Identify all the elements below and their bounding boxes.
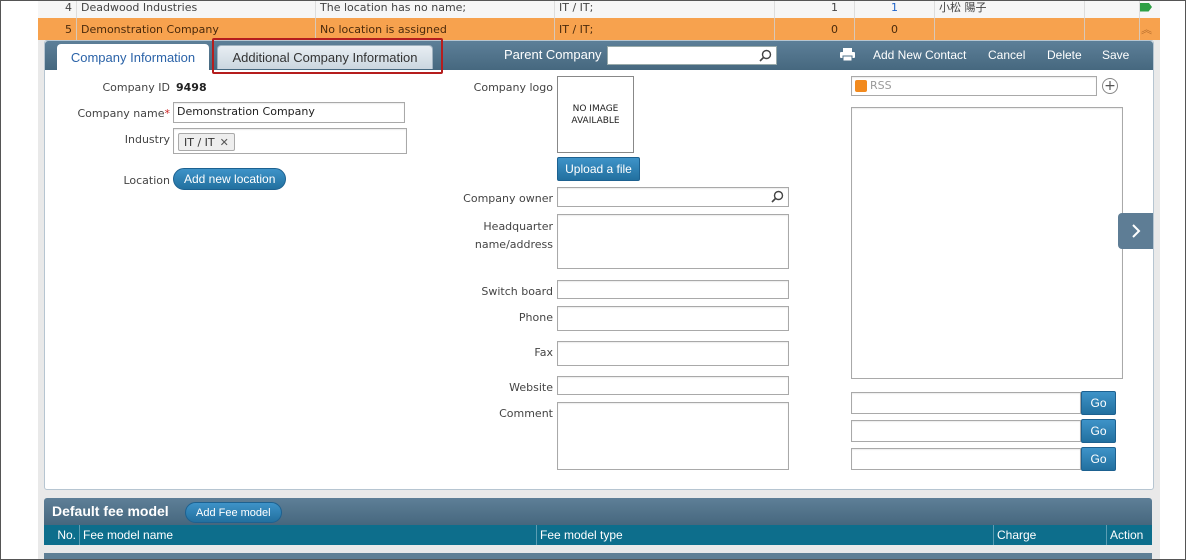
industry-multiselect[interactable]: IT / IT ✕ (173, 128, 407, 154)
go-button-2[interactable]: Go (1081, 419, 1116, 443)
industry-cell: IT / IT; (555, 18, 775, 40)
delete-button[interactable]: Delete (1047, 48, 1082, 62)
location-cell: The location has no name; (316, 0, 555, 18)
parent-company-label: Parent Company (504, 47, 602, 62)
company-detail-panel: Company Information Additional Company I… (44, 38, 1154, 490)
chevron-right-icon (1131, 224, 1140, 238)
switch-board-input[interactable] (557, 280, 789, 299)
company-id-label: Company ID (102, 81, 170, 94)
go-input-2[interactable] (851, 420, 1081, 442)
status-arrows-icon (1140, 2, 1152, 12)
parent-company-input[interactable] (607, 46, 777, 65)
switch-board-label: Switch board (481, 285, 553, 298)
remove-tag-icon[interactable]: ✕ (220, 136, 229, 149)
tab-toolbar: Company Information Additional Company I… (45, 38, 1153, 74)
go-input-3[interactable] (851, 448, 1081, 470)
next-section-header (44, 553, 1152, 560)
fee-model-header: Default fee model Add Fee model (44, 498, 1152, 525)
required-marker: * (164, 107, 171, 120)
search-icon[interactable] (759, 49, 772, 62)
status-cell (1140, 0, 1160, 18)
industry-label: Industry (124, 133, 170, 146)
column-header-fee-model-type: Fee model type (537, 525, 994, 545)
save-button[interactable]: Save (1102, 48, 1129, 62)
phone-label: Phone (518, 311, 553, 324)
company-name-label: Company name* (65, 107, 170, 120)
industry-cell: IT / IT; (555, 0, 775, 18)
column-header-no: No. (44, 525, 80, 545)
fax-label: Fax (534, 346, 553, 359)
app-shell: 4 Deadwood Industries The location has n… (38, 0, 1160, 560)
count-cell: 0 (775, 18, 855, 40)
search-icon[interactable] (771, 190, 784, 203)
no-image-line2: AVAILABLE (571, 115, 620, 126)
empty-cell (1085, 0, 1140, 18)
headquarter-label: Headquarter name/address (445, 218, 553, 254)
count-cell: 1 (775, 0, 855, 18)
headquarter-textarea[interactable] (557, 214, 789, 269)
tab-company-information[interactable]: Company Information (57, 44, 209, 70)
expand-panel-button[interactable] (1118, 213, 1153, 249)
add-new-contact-button[interactable]: Add New Contact (873, 48, 966, 62)
column-header-action: Action (1110, 528, 1144, 542)
upload-file-button[interactable]: Upload a file (557, 157, 640, 181)
print-icon[interactable] (840, 48, 855, 61)
company-name-label-text: Company name (77, 107, 165, 120)
table-row-selected[interactable]: 5 Demonstration Company No location is a… (38, 18, 1160, 40)
company-owner-input[interactable] (557, 187, 789, 207)
table-row[interactable]: 4 Deadwood Industries The location has n… (38, 0, 1160, 18)
company-name-input[interactable]: Demonstration Company (173, 102, 405, 123)
phone-input[interactable] (557, 306, 789, 331)
location-label: Location (123, 174, 170, 187)
comment-textarea[interactable] (557, 402, 789, 470)
contact-cell (935, 18, 1085, 40)
location-cell: No location is assigned (316, 18, 555, 40)
row-number: 4 (38, 0, 77, 18)
company-owner-label: Company owner (463, 192, 553, 205)
company-name-cell: Deadwood Industries (77, 0, 316, 18)
comment-label: Comment (499, 407, 553, 420)
contacts-count-link[interactable]: 1 (855, 0, 935, 18)
company-logo-placeholder: NO IMAGE AVAILABLE (557, 76, 634, 153)
cancel-button[interactable]: Cancel (988, 48, 1025, 62)
rss-input[interactable]: RSS (851, 76, 1097, 96)
company-id-value: 9498 (176, 81, 207, 94)
contacts-count: 0 (855, 18, 935, 40)
no-image-line1: NO IMAGE (572, 103, 619, 114)
rss-feed-panel (851, 107, 1123, 379)
website-input[interactable] (557, 376, 789, 395)
column-header-charge: Charge (994, 525, 1107, 545)
row-number: 5 (38, 18, 77, 40)
fee-model-table-header: No. Fee model name Fee model type Charge… (44, 525, 1152, 545)
status-cell: ︽ (1140, 18, 1160, 40)
go-button-1[interactable]: Go (1081, 391, 1116, 415)
tab-additional-company-information[interactable]: Additional Company Information (217, 45, 433, 69)
headquarter-label-line1: Headquarter (483, 220, 553, 233)
go-input-1[interactable] (851, 392, 1081, 414)
add-circle-icon[interactable]: + (1102, 78, 1118, 94)
empty-cell (1085, 18, 1140, 40)
fax-input[interactable] (557, 341, 789, 366)
headquarter-label-line2: name/address (474, 238, 553, 251)
add-new-location-button[interactable]: Add new location (173, 168, 287, 190)
industry-tag-label: IT / IT (184, 135, 215, 149)
website-label: Website (509, 381, 553, 394)
chevron-up-icon[interactable]: ︽ (1141, 21, 1152, 37)
rss-icon (855, 80, 867, 92)
contact-cell: 小松 陽子 (935, 0, 1085, 18)
industry-tag: IT / IT ✕ (178, 133, 235, 151)
add-fee-model-button[interactable]: Add Fee model (185, 502, 282, 523)
go-button-3[interactable]: Go (1081, 447, 1116, 471)
fee-model-title: Default fee model (52, 503, 169, 519)
company-name-cell: Demonstration Company (77, 18, 316, 40)
rss-placeholder: RSS (870, 79, 892, 92)
company-logo-label: Company logo (473, 81, 553, 94)
column-header-fee-model-name: Fee model name (80, 525, 537, 545)
